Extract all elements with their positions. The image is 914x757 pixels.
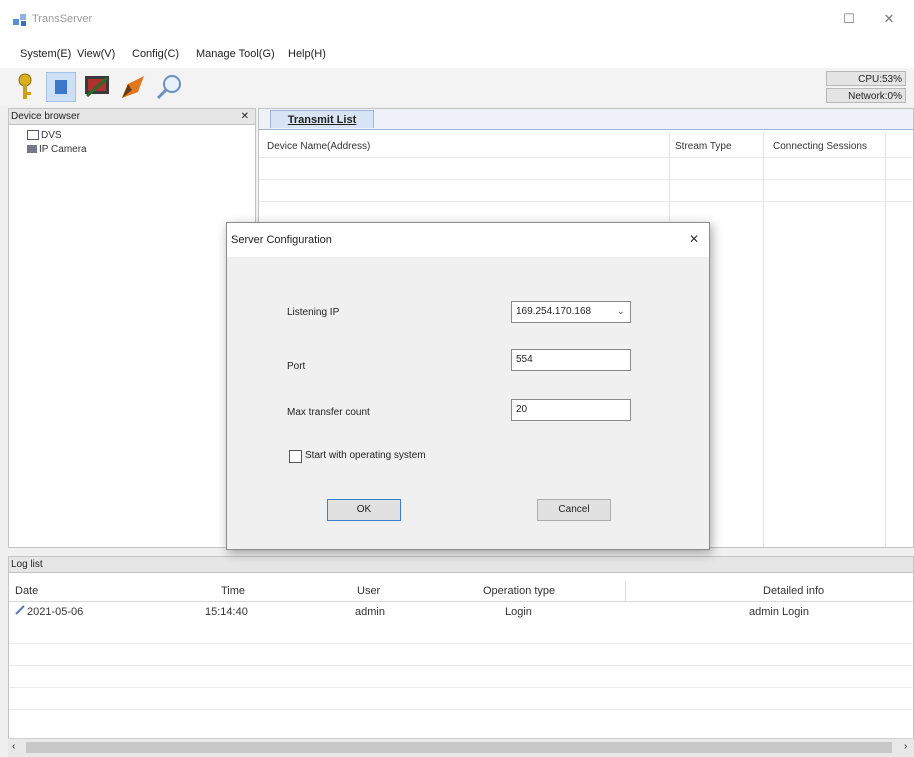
dialog-title: Server Configuration [231,234,332,246]
menu-manage-tool[interactable]: Manage Tool(G) [196,48,275,60]
column-device-name[interactable]: Device Name(Address) [267,141,370,152]
dvs-icon [27,130,39,141]
edit-icon[interactable] [118,72,148,102]
row-divider [259,201,913,202]
log-list-panel: Log list Date Time User Operation type D… [8,556,914,757]
log-list-title: Log list [9,557,913,573]
log-date: 2021-05-06 [27,606,84,618]
tab-transmit-list[interactable]: Transmit List [270,110,374,128]
log-info: admin Login [749,606,809,618]
column-divider [885,133,886,547]
listening-ip-value: 169.254.170.168 [516,306,592,317]
login-icon[interactable] [46,72,76,102]
port-label: Port [287,361,306,372]
device-browser-title: Device browser [11,111,80,122]
column-stream-type[interactable]: Stream Type [675,141,732,152]
log-column-date[interactable]: Date [15,585,38,597]
column-divider [625,581,626,601]
max-transfer-count-input[interactable]: 20 [511,399,631,421]
menu-help[interactable]: Help(H) [288,48,326,60]
column-connecting-sessions[interactable]: Connecting Sessions [773,141,867,152]
scroll-left-icon[interactable]: ‹ [12,741,15,752]
log-column-detailed-info[interactable]: Detailed info [763,585,824,597]
menu-system[interactable]: System(E) [20,48,71,60]
row-divider [259,157,913,158]
row-divider [9,665,913,666]
max-transfer-count-label: Max transfer count [287,407,370,418]
maximize-button[interactable]: ☐ [836,8,862,30]
tree-item-label: DVS [41,130,62,141]
log-column-operation-type[interactable]: Operation type [483,585,555,597]
app-icon [13,14,26,26]
window-title: TransServer [32,13,93,25]
log-operation: Login [505,606,532,618]
horizontal-scrollbar[interactable]: ‹ › [8,738,914,757]
dialog-close-icon[interactable]: ✕ [689,232,699,246]
server-configuration-dialog: Server Configuration ✕ Listening IP 169.… [226,222,710,550]
cancel-button[interactable]: Cancel [537,499,611,521]
header-divider [9,601,913,602]
log-column-time[interactable]: Time [221,585,245,597]
key-icon[interactable] [10,72,40,102]
startup-checkbox-label[interactable]: Start with operating system [305,450,426,461]
log-time: 15:14:40 [205,606,248,618]
ok-button[interactable]: OK [327,499,401,521]
row-divider [9,709,913,710]
scroll-thumb[interactable] [26,742,892,753]
listening-ip-select[interactable]: 169.254.170.168 ⌄ [511,301,631,323]
menu-view[interactable]: View(V) [77,48,115,60]
startup-checkbox[interactable] [289,450,302,463]
scroll-right-icon[interactable]: › [904,741,907,752]
tree-item-ip-camera[interactable]: IP Camera [27,144,87,155]
listening-ip-label: Listening IP [287,307,340,318]
port-input[interactable]: 554 [511,349,631,371]
column-divider [763,133,764,547]
tree-item-label: IP Camera [39,144,87,155]
pencil-icon [15,605,25,615]
row-divider [259,179,913,180]
device-browser-panel: Device browser ✕ DVS IP Camera [8,108,256,548]
tree-item-dvs[interactable]: DVS [27,130,62,141]
close-button[interactable]: ✕ [876,8,902,30]
table-row[interactable]: 2021-05-06 15:14:40 admin Login admin Lo… [9,603,913,621]
chevron-down-icon: ⌄ [616,306,625,317]
monitor-config-icon[interactable] [82,72,112,102]
search-icon[interactable] [154,72,184,102]
row-divider [9,643,913,644]
log-user: admin [355,606,385,618]
cpu-status: CPU:53% [826,71,906,86]
log-column-user[interactable]: User [357,585,380,597]
network-status: Network:0% [826,88,906,103]
device-browser-header: Device browser ✕ [9,109,255,125]
row-divider [9,687,913,688]
title-bar [0,0,914,38]
menu-config[interactable]: Config(C) [132,48,179,60]
close-icon[interactable]: ✕ [241,109,249,124]
camera-icon [27,145,37,154]
